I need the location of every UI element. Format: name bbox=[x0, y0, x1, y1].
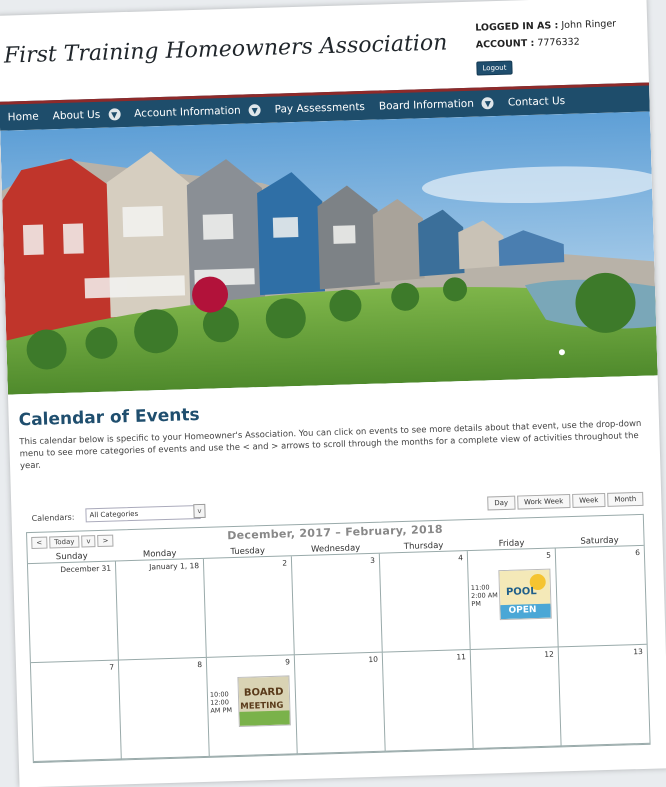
nav-label: Account Information bbox=[134, 104, 241, 120]
page: First Training Homeowners Association LO… bbox=[0, 0, 666, 787]
event-time: 11:00 2:00 AM PM bbox=[470, 583, 498, 608]
day-cell[interactable]: 6 bbox=[555, 545, 647, 648]
day-cell[interactable]: January 1, 18 bbox=[115, 558, 207, 661]
event-line1: POOL bbox=[506, 586, 538, 598]
chevron-down-icon[interactable]: ▼ bbox=[108, 108, 121, 121]
nav-label: Board Information bbox=[378, 97, 475, 113]
date-picker-button[interactable]: v bbox=[81, 535, 96, 548]
date-range: December, 2017 – February, 2018 bbox=[227, 522, 444, 543]
nav-board-information[interactable]: Board Information ▼ bbox=[378, 97, 495, 113]
calendar-grid: December 31 January 1, 18 2 3 4 5 11:00 … bbox=[27, 545, 650, 763]
day-number: 6 bbox=[634, 547, 641, 558]
logged-in-label: LOGGED IN AS : bbox=[475, 20, 559, 34]
account-label: ACCOUNT : bbox=[475, 37, 535, 51]
view-work-week-button[interactable]: Work Week bbox=[516, 494, 571, 510]
pool-open-image: POOL OPEN bbox=[498, 568, 552, 621]
hero-image bbox=[0, 111, 658, 395]
day-cell[interactable]: 10 bbox=[294, 652, 386, 755]
next-button[interactable]: > bbox=[97, 534, 114, 548]
nav-pay-assessments[interactable]: Pay Assessments bbox=[274, 101, 365, 116]
calendar: < Today v > December, 2017 – February, 2… bbox=[26, 513, 651, 764]
calendar-select-label: Calendars: bbox=[31, 512, 75, 523]
nav-about-us[interactable]: About Us ▼ bbox=[53, 108, 121, 122]
day-cell[interactable]: 2 bbox=[203, 556, 295, 658]
day-cell[interactable]: 7 bbox=[30, 660, 122, 763]
day-number: 4 bbox=[458, 553, 464, 563]
view-week-button[interactable]: Week bbox=[571, 492, 606, 508]
day-cell[interactable]: 13 bbox=[558, 644, 650, 747]
day-cell[interactable]: 12 bbox=[470, 647, 562, 749]
event-pool-open[interactable]: 11:00 2:00 AM PM POOL OPEN bbox=[470, 568, 552, 621]
day-number: 2 bbox=[282, 558, 288, 568]
chevron-down-icon[interactable]: ▼ bbox=[248, 104, 261, 117]
townhouses-photo bbox=[0, 111, 658, 395]
day-number: December 31 bbox=[60, 563, 112, 575]
account-number: 7776332 bbox=[537, 36, 580, 49]
event-time: 10:00 12:00 AM PM bbox=[209, 690, 233, 715]
day-cell[interactable]: 8 bbox=[118, 657, 210, 760]
view-day-button[interactable]: Day bbox=[487, 495, 516, 511]
today-button[interactable]: Today bbox=[49, 535, 80, 549]
logout-button[interactable]: Logout bbox=[476, 60, 513, 76]
calendar-nav: < Today v > bbox=[31, 534, 115, 550]
day-number: 10 bbox=[368, 654, 379, 665]
day-cell[interactable]: 5 11:00 2:00 AM PM POOL OPEN bbox=[467, 548, 559, 651]
day-number: 3 bbox=[370, 555, 376, 565]
day-cell[interactable]: 9 10:00 12:00 AM PM BOARD MEETING bbox=[206, 655, 298, 757]
day-number: 12 bbox=[544, 649, 555, 659]
calendar-category-select[interactable]: All Categories bbox=[85, 504, 201, 523]
nav-contact-us[interactable]: Contact Us bbox=[508, 95, 566, 109]
event-line1: BOARD bbox=[244, 687, 284, 699]
nav-label: Contact Us bbox=[507, 94, 566, 109]
day-number: 13 bbox=[633, 646, 643, 657]
chevron-down-icon[interactable]: v bbox=[193, 503, 206, 519]
day-cell[interactable]: 3 bbox=[291, 553, 383, 656]
account-info: LOGGED IN AS : John Ringer ACCOUNT : 777… bbox=[475, 15, 617, 53]
nav-label: Home bbox=[7, 110, 39, 124]
site-title: First Training Homeowners Association bbox=[3, 30, 448, 69]
event-line2: OPEN bbox=[508, 605, 536, 616]
day-number: January 1, 18 bbox=[149, 561, 200, 572]
day-number: 5 bbox=[546, 550, 552, 560]
nav-account-information[interactable]: Account Information ▼ bbox=[134, 104, 261, 120]
day-cell[interactable]: December 31 bbox=[27, 561, 119, 664]
nav-home[interactable]: Home bbox=[8, 111, 39, 124]
day-number: 7 bbox=[109, 662, 115, 672]
day-number: 8 bbox=[197, 660, 203, 670]
chevron-down-icon[interactable]: ▼ bbox=[481, 97, 495, 110]
view-buttons: Day Work Week Week Month bbox=[485, 491, 644, 511]
nav-label: About Us bbox=[52, 108, 101, 123]
user-name: John Ringer bbox=[561, 18, 617, 32]
day-cell[interactable]: 11 bbox=[382, 650, 474, 752]
day-number: 11 bbox=[456, 652, 467, 662]
day-cell[interactable]: 4 bbox=[379, 551, 471, 653]
view-month-button[interactable]: Month bbox=[607, 491, 644, 507]
prev-button[interactable]: < bbox=[31, 536, 48, 550]
event-board-meeting[interactable]: 10:00 12:00 AM PM BOARD MEETING bbox=[209, 675, 291, 727]
day-number: 9 bbox=[285, 657, 291, 667]
board-meeting-image: BOARD MEETING bbox=[237, 675, 291, 727]
event-line2: MEETING bbox=[240, 701, 283, 712]
nav-label: Pay Assessments bbox=[274, 100, 366, 116]
